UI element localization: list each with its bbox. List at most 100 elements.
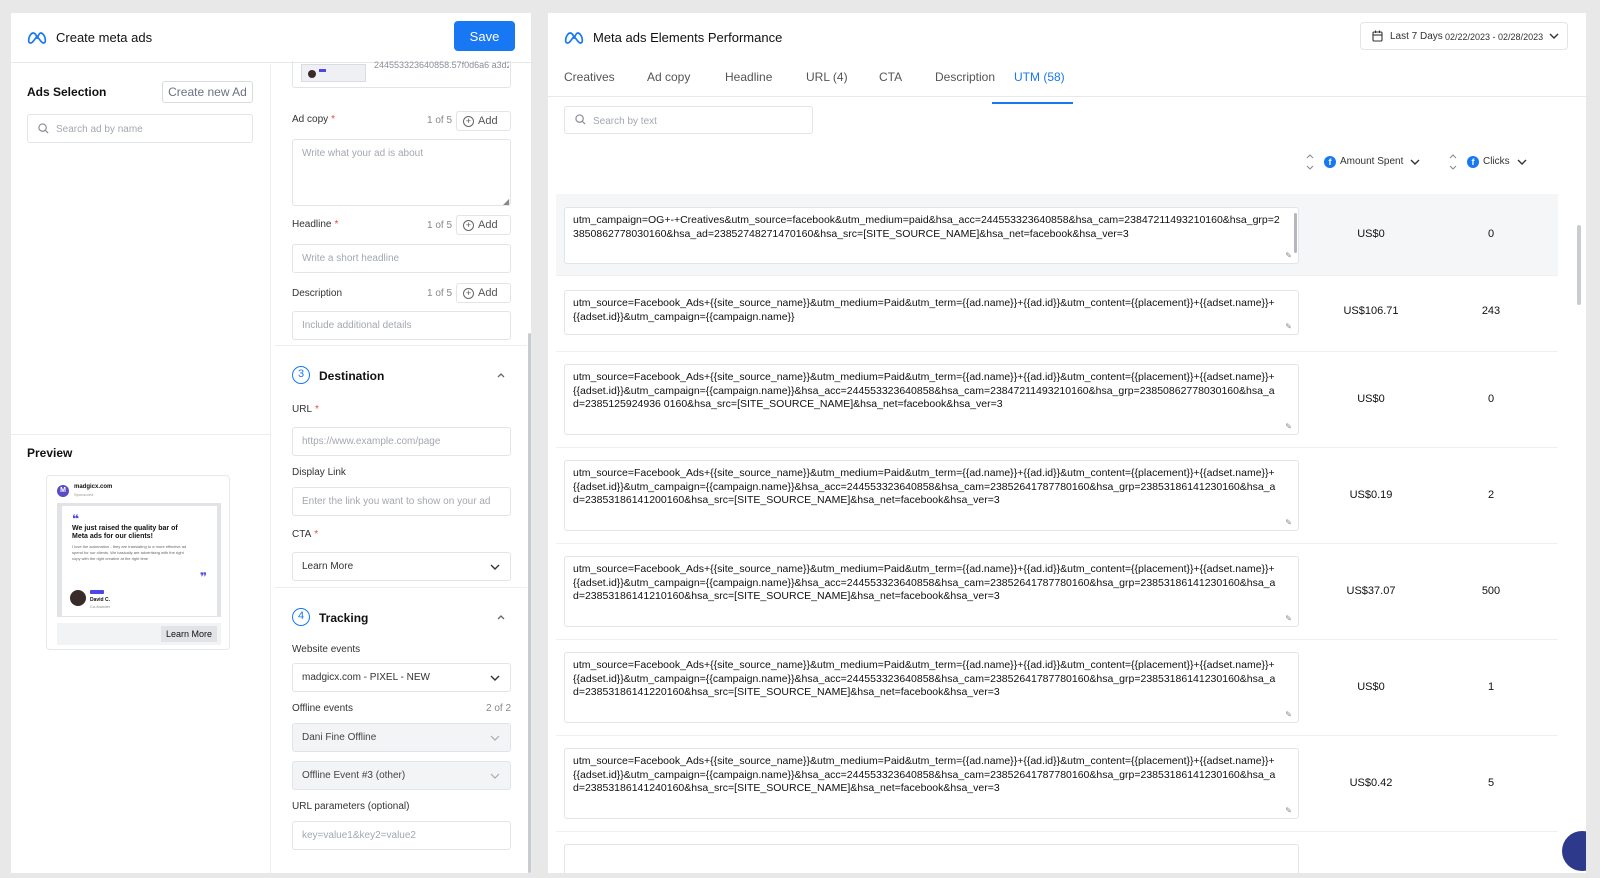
- utm-text-box[interactable]: utm_source=Facebook_Ads+{{site_source_na…: [564, 748, 1299, 819]
- element-tabs: Creatives Ad copy Headline URL (4) CTA D…: [548, 65, 1586, 97]
- date-range-picker[interactable]: Last 7 Days 02/22/2023 - 02/28/2023: [1360, 22, 1568, 50]
- search-icon: [38, 123, 49, 134]
- chevron-down-icon[interactable]: [1517, 158, 1527, 166]
- destination-title: Destination: [319, 369, 385, 383]
- description-label: Description: [292, 288, 343, 299]
- edit-icon[interactable]: ✎: [1285, 806, 1292, 815]
- utm-string: utm_source=Facebook_Ads+{{site_source_na…: [573, 755, 1276, 794]
- preview-footer: Learn More: [57, 623, 221, 645]
- cta-selected-value: Learn More: [302, 561, 354, 572]
- edit-icon[interactable]: ✎: [1285, 422, 1292, 431]
- clicks-cell: 0: [1487, 228, 1495, 240]
- utm-text-box[interactable]: [564, 844, 1299, 873]
- headline-input[interactable]: [292, 244, 511, 273]
- table-row[interactable]: utm_source=Facebook_Ads+{{site_source_na…: [556, 640, 1558, 736]
- url-thumbnail: [301, 64, 366, 82]
- create-new-ad-button[interactable]: Create new Ad: [162, 81, 253, 103]
- utm-text-box[interactable]: utm_source=Facebook_Ads+{{site_source_na…: [564, 460, 1299, 531]
- edit-icon[interactable]: ✎: [1285, 518, 1292, 527]
- url-input[interactable]: [292, 427, 511, 456]
- tab-ad-copy[interactable]: Ad copy: [647, 70, 690, 96]
- search-icon: [575, 114, 586, 125]
- text-search-input[interactable]: [593, 111, 803, 131]
- table-row[interactable]: utm_source=Facebook_Ads+{{site_source_na…: [556, 352, 1558, 448]
- tab-utm[interactable]: UTM (58): [1014, 70, 1065, 96]
- utm-text-box[interactable]: utm_source=Facebook_Ads+{{site_source_na…: [564, 364, 1299, 435]
- description-input[interactable]: [292, 311, 511, 340]
- testimonial-avatar: [70, 590, 86, 606]
- add-ad-copy-button[interactable]: + Add: [456, 111, 511, 131]
- resize-grip-icon[interactable]: ◢: [503, 197, 509, 206]
- utm-string: utm_source=Facebook_Ads+{{site_source_na…: [573, 467, 1276, 506]
- table-row[interactable]: [556, 832, 1558, 873]
- chevron-up-icon[interactable]: [496, 612, 506, 622]
- chevron-down-icon: [490, 675, 500, 681]
- display-link-input[interactable]: [292, 487, 511, 516]
- page-title: Create meta ads: [56, 30, 153, 45]
- facebook-icon: f: [1467, 156, 1479, 168]
- form-scrollbar[interactable]: [528, 333, 531, 873]
- offline-event-select-1[interactable]: Dani Fine Offline: [292, 723, 511, 752]
- utm-string: utm_source=Facebook_Ads+{{site_source_na…: [573, 297, 1275, 323]
- active-tab-indicator: [992, 102, 1073, 104]
- quote-close-icon: ❞: [199, 570, 207, 584]
- table-row[interactable]: utm_source=Facebook_Ads+{{site_source_na…: [556, 448, 1558, 544]
- edit-icon[interactable]: ✎: [1285, 614, 1292, 623]
- chevron-up-icon[interactable]: [496, 370, 506, 380]
- chevron-down-icon: [490, 564, 500, 570]
- ad-search-input[interactable]: [56, 119, 246, 139]
- utm-text-box[interactable]: utm_source=Facebook_Ads+{{site_source_na…: [564, 290, 1299, 335]
- table-row[interactable]: utm_campaign=OG+-+Creatives&utm_source=f…: [556, 194, 1558, 276]
- quote-open-icon: ❝: [72, 512, 80, 526]
- performance-title: Meta ads Elements Performance: [593, 30, 783, 45]
- clicks-cell: 5: [1487, 777, 1495, 789]
- ad-search-box[interactable]: [27, 114, 253, 143]
- meta-logo-icon: [27, 32, 47, 44]
- chevron-down-icon: [490, 735, 500, 741]
- tab-headline[interactable]: Headline: [725, 70, 772, 96]
- sort-icon[interactable]: [1306, 153, 1314, 171]
- tab-url[interactable]: URL (4): [806, 70, 848, 96]
- website-events-select[interactable]: madgicx.com - PIXEL - NEW: [292, 663, 511, 692]
- cta-select[interactable]: Learn More: [292, 552, 511, 581]
- preview-image: ❝ We just raised the quality bar of Meta…: [57, 503, 221, 617]
- column-header-clicks[interactable]: Clicks: [1483, 156, 1510, 172]
- chat-widget-button[interactable]: [1562, 831, 1586, 871]
- ad-copy-textarea[interactable]: [292, 139, 511, 206]
- chevron-down-icon[interactable]: [1410, 158, 1420, 166]
- offline-event-1-value: Dani Fine Offline: [302, 732, 377, 743]
- tab-cta[interactable]: CTA: [879, 70, 902, 96]
- clicks-cell: 2: [1487, 489, 1495, 501]
- offline-event-select-2[interactable]: Offline Event #3 (other): [292, 761, 511, 790]
- tab-creatives[interactable]: Creatives: [564, 70, 615, 96]
- table-row[interactable]: utm_source=Facebook_Ads+{{site_source_na…: [556, 276, 1558, 352]
- amount-spent-cell: US$0: [1357, 228, 1385, 240]
- preview-cta-button[interactable]: Learn More: [160, 626, 217, 642]
- tracking-title: Tracking: [319, 611, 369, 625]
- table-scrollbar[interactable]: [1577, 225, 1581, 305]
- column-header-amount-spent[interactable]: Amount Spent: [1340, 156, 1403, 172]
- url-params-input[interactable]: [292, 821, 511, 850]
- description-count: 1 of 5: [427, 288, 453, 299]
- textbox-scrollbar[interactable]: [1294, 213, 1297, 253]
- sort-icon[interactable]: [1449, 153, 1457, 171]
- add-headline-button[interactable]: + Add: [456, 215, 511, 235]
- facebook-icon: f: [1324, 156, 1336, 168]
- utm-text-box[interactable]: utm_campaign=OG+-+Creatives&utm_source=f…: [564, 207, 1299, 264]
- section-divider: [275, 345, 527, 346]
- preview-body: I love the automation - they are transla…: [72, 544, 187, 561]
- amount-spent-cell: US$37.07: [1346, 585, 1396, 597]
- utm-text-box[interactable]: utm_source=Facebook_Ads+{{site_source_na…: [564, 652, 1299, 723]
- edit-icon[interactable]: ✎: [1285, 710, 1292, 719]
- tab-description[interactable]: Description: [935, 70, 995, 96]
- save-button[interactable]: Save: [454, 21, 515, 51]
- edit-icon[interactable]: ✎: [1285, 251, 1292, 260]
- table-row[interactable]: utm_source=Facebook_Ads+{{site_source_na…: [556, 736, 1558, 832]
- edit-icon[interactable]: ✎: [1285, 322, 1292, 331]
- clicks-cell: 1: [1487, 681, 1495, 693]
- add-description-button[interactable]: + Add: [456, 283, 511, 303]
- table-row[interactable]: utm_source=Facebook_Ads+{{site_source_na…: [556, 544, 1558, 640]
- text-search-box[interactable]: [564, 106, 813, 134]
- utm-text-box[interactable]: utm_source=Facebook_Ads+{{site_source_na…: [564, 556, 1299, 627]
- plus-circle-icon: +: [463, 288, 474, 299]
